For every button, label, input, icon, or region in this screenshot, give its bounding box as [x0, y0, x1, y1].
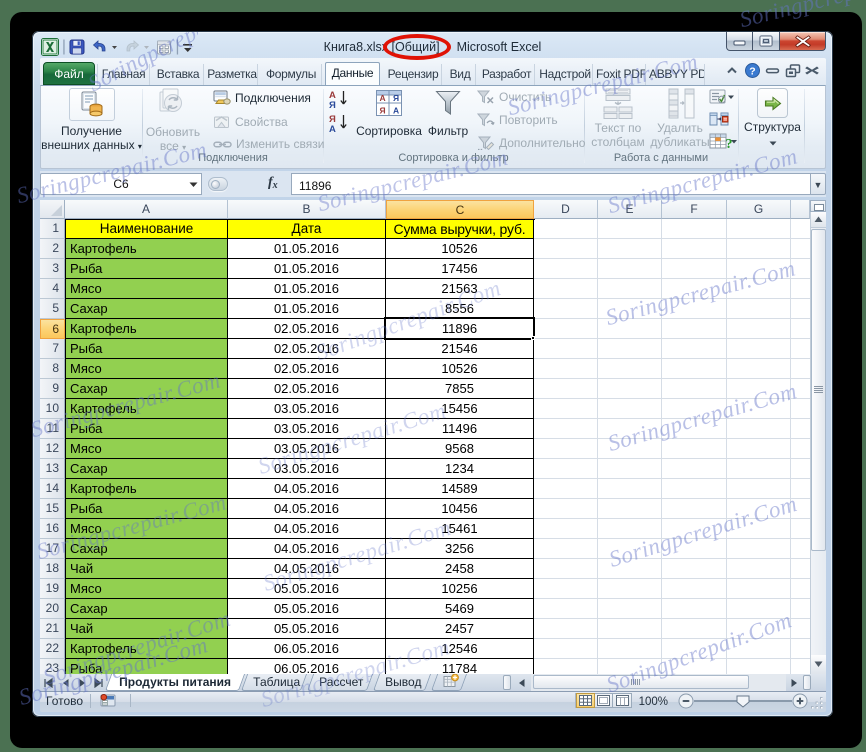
svg-text:Я: Я	[393, 93, 399, 103]
svg-text:А: А	[380, 93, 386, 103]
svg-text:Я: Я	[380, 106, 386, 116]
svg-text:А: А	[393, 106, 399, 116]
svg-text:А: А	[329, 124, 336, 133]
svg-text:?: ?	[726, 137, 733, 150]
svg-text:Я: Я	[329, 100, 336, 109]
svg-text:?: ?	[749, 66, 755, 78]
